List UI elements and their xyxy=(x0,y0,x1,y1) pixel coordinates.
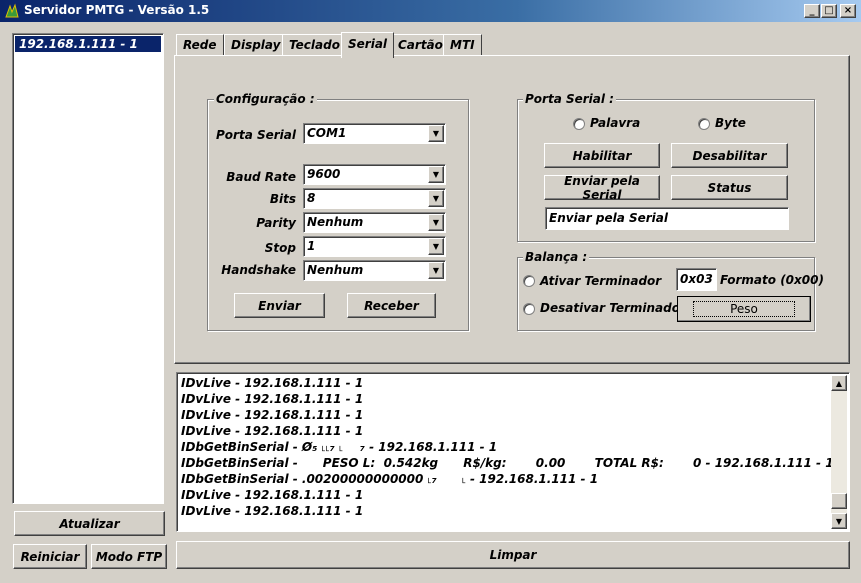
parity-label: Parity xyxy=(256,216,296,230)
chevron-down-icon[interactable]: ▼ xyxy=(428,125,444,142)
log-line: IDbGetBinSerial - PESO L: 0.542kg R$/kg:… xyxy=(181,456,834,470)
palavra-label: Palavra xyxy=(590,116,641,130)
atualizar-button[interactable]: Atualizar xyxy=(14,511,165,536)
tab-mti[interactable]: MTI xyxy=(443,34,482,56)
palavra-radio[interactable] xyxy=(573,118,585,130)
modo-ftp-button[interactable]: Modo FTP xyxy=(91,544,167,569)
status-button[interactable]: Status xyxy=(671,175,788,200)
desabilitar-label: Desabilitar xyxy=(692,148,767,163)
baud-rate-label: Baud Rate xyxy=(226,170,296,184)
handshake-select[interactable]: Nenhum ▼ xyxy=(303,260,446,281)
bits-value: 8 xyxy=(307,191,316,205)
modo-ftp-label: Modo FTP xyxy=(95,549,163,564)
receber-button[interactable]: Receber xyxy=(347,293,436,318)
host-list-item[interactable]: 192.168.1.111 - 1 xyxy=(15,36,161,52)
terminador-value: 0x03 xyxy=(680,272,713,286)
ativar-terminador-radio[interactable] xyxy=(523,275,535,287)
peso-button[interactable]: Peso xyxy=(677,296,811,322)
reiniciar-label: Reiniciar xyxy=(20,549,80,564)
tab-cartao[interactable]: Cartão xyxy=(391,34,450,56)
log-line: IDvLive - 192.168.1.111 - 1 xyxy=(181,408,364,422)
scroll-down-icon[interactable]: ▼ xyxy=(831,513,847,529)
byte-radio[interactable] xyxy=(698,118,710,130)
desativar-terminador-radio[interactable] xyxy=(523,303,535,315)
scroll-up-icon[interactable]: ▲ xyxy=(831,375,847,391)
log-textarea[interactable]: IDvLive - 192.168.1.111 - 1 IDvLive - 19… xyxy=(176,372,850,532)
serial-send-input[interactable]: Enviar pela Serial xyxy=(545,207,789,230)
habilitar-button[interactable]: Habilitar xyxy=(544,143,660,168)
porta-serial-group-label: Porta Serial : xyxy=(523,92,616,106)
log-line: IDvLive - 192.168.1.111 - 1 xyxy=(181,392,364,406)
tab-rede[interactable]: Rede xyxy=(176,34,224,56)
peso-label: Peso xyxy=(693,301,795,317)
habilitar-label: Habilitar xyxy=(572,148,632,163)
log-line: IDvLive - 192.168.1.111 - 1 xyxy=(181,504,364,518)
atualizar-label: Atualizar xyxy=(59,516,120,531)
enviar-button[interactable]: Enviar xyxy=(234,293,325,318)
enviar-label: Enviar xyxy=(258,298,301,313)
bits-label: Bits xyxy=(269,192,296,206)
enviar-serial-button[interactable]: Enviar pela Serial xyxy=(544,173,660,202)
app-logo-icon xyxy=(5,3,19,18)
log-line: IDvLive - 192.168.1.111 - 1 xyxy=(181,424,364,438)
configuracao-group-label: Configuração : xyxy=(214,92,317,106)
log-line: IDbGetBinSerial - Ø₅ ˪˪₇ ˪ ₇ - 192.168.1… xyxy=(181,440,498,454)
ativar-terminador-label: Ativar Terminador xyxy=(540,274,662,288)
baud-rate-value: 9600 xyxy=(307,167,341,181)
status-label: Status xyxy=(707,180,752,195)
scroll-thumb[interactable] xyxy=(831,493,847,509)
chevron-down-icon[interactable]: ▼ xyxy=(428,262,444,279)
porta-serial-select[interactable]: COM1 ▼ xyxy=(303,123,446,144)
log-line: IDvLive - 192.168.1.111 - 1 xyxy=(181,376,364,390)
tab-serial[interactable]: Serial xyxy=(341,32,395,58)
chevron-down-icon[interactable]: ▼ xyxy=(428,214,444,231)
tab-teclado[interactable]: Teclado xyxy=(282,34,347,56)
maximize-button[interactable]: □ xyxy=(821,4,837,18)
stop-select[interactable]: 1 ▼ xyxy=(303,236,446,257)
handshake-value: Nenhum xyxy=(307,263,364,277)
stop-label: Stop xyxy=(264,241,296,255)
limpar-label: Limpar xyxy=(489,548,537,562)
close-button[interactable]: × xyxy=(840,4,856,18)
title-bar: Servidor PMTG - Versão 1.5 _ □ × xyxy=(0,0,861,22)
log-scrollbar[interactable]: ▲ ▼ xyxy=(831,375,847,529)
balanca-group-label: Balança : xyxy=(523,250,590,264)
minimize-button[interactable]: _ xyxy=(804,4,820,18)
stop-value: 1 xyxy=(307,239,316,253)
bits-select[interactable]: 8 ▼ xyxy=(303,188,446,209)
chevron-down-icon[interactable]: ▼ xyxy=(428,190,444,207)
tab-display[interactable]: Display xyxy=(224,34,288,56)
porta-serial-value: COM1 xyxy=(307,126,347,140)
log-line: IDvLive - 192.168.1.111 - 1 xyxy=(181,488,364,502)
chevron-down-icon[interactable]: ▼ xyxy=(428,166,444,183)
baud-rate-select[interactable]: 9600 ▼ xyxy=(303,164,446,185)
formato-label: Formato (0x00) xyxy=(720,273,824,287)
enviar-serial-label: Enviar pela Serial xyxy=(564,173,640,202)
desabilitar-button[interactable]: Desabilitar xyxy=(671,143,788,168)
log-line: IDbGetBinSerial - .00200000000000 ˪₇ ˪ -… xyxy=(181,472,599,486)
porta-serial-label: Porta Serial xyxy=(216,128,296,142)
parity-value: Nenhum xyxy=(307,215,364,229)
terminador-input[interactable]: 0x03 xyxy=(676,268,717,291)
chevron-down-icon[interactable]: ▼ xyxy=(428,238,444,255)
window-title: Servidor PMTG - Versão 1.5 xyxy=(24,3,210,17)
desativar-terminador-label: Desativar Terminador xyxy=(540,301,686,315)
byte-label: Byte xyxy=(715,116,746,130)
serial-send-value: Enviar pela Serial xyxy=(549,211,669,225)
receber-label: Receber xyxy=(364,298,419,313)
handshake-label: Handshake xyxy=(221,263,296,277)
limpar-button[interactable]: Limpar xyxy=(176,541,850,569)
parity-select[interactable]: Nenhum ▼ xyxy=(303,212,446,233)
host-list[interactable]: 192.168.1.111 - 1 xyxy=(12,33,164,504)
reiniciar-button[interactable]: Reiniciar xyxy=(13,544,87,569)
